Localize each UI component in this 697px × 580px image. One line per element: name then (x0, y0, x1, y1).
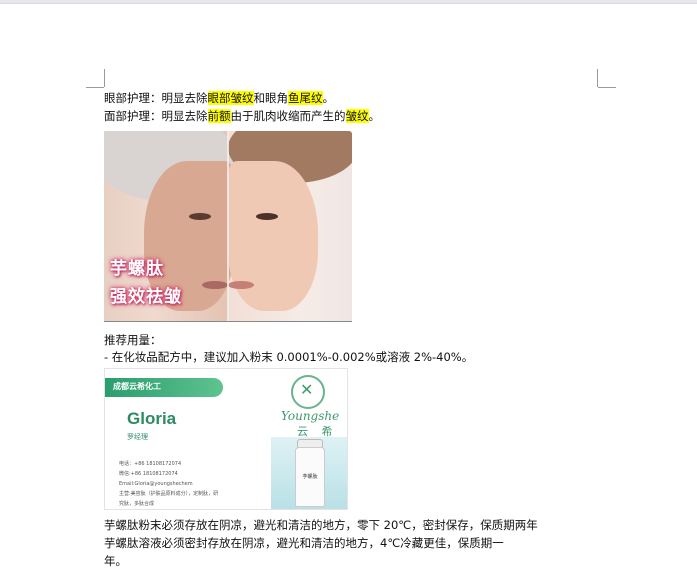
eye-care-suffix: 。 (322, 91, 335, 105)
contact-business-2: 究肽，多肽合成 (119, 501, 155, 507)
company-name: 成都云希化工 (113, 382, 161, 391)
storage-line-2: 芋螺肽溶液必须密封存放在阴凉，避光和清洁的地方，4℃冷藏更佳，保质期一 (104, 536, 504, 550)
contact-phone: 电话：+86 18108172074 (119, 461, 182, 467)
window-top-bar (0, 0, 697, 4)
face-care-suffix: 。 (368, 109, 381, 123)
face-care-highlight-2: 皱纹 (345, 109, 369, 123)
business-card-image[interactable]: 成都云希化工 Gloria 罗经理 电话：+86 18108172074 微信:… (104, 368, 348, 510)
left-eye (189, 213, 211, 220)
storage-line-3: 年。 (104, 554, 127, 568)
brand-logo-mark-icon: ✕ (300, 380, 314, 399)
contact-name: Gloria (127, 409, 177, 428)
contact-wechat: 微信:+86 18108172074 (119, 471, 178, 477)
eye-care-highlight-1: 眼部皱纹 (207, 91, 254, 105)
margin-mark-top-left-h (86, 87, 104, 88)
eye-care-middle: 和眼角 (253, 91, 289, 105)
contact-info: 电话：+86 18108172074 微信:+86 18108172074 Em… (119, 459, 218, 509)
margin-mark-top-right (597, 69, 598, 87)
bottle-label: 芋螺肽 (302, 474, 318, 480)
contact-business-1: 主营:美容肽（护肤品原料成分），定制肽，研 (119, 491, 219, 497)
face-care-middle: 由于肌肉收缩而产生的 (230, 109, 346, 123)
storage-line-1: 芋螺肽粉末必须存放在阴凉，避光和清洁的地方，零下 20℃，密封保存，保质期两年 (104, 518, 538, 532)
dosage-title: 推荐用量： (104, 333, 162, 347)
contact-title: 罗经理 (127, 433, 148, 441)
eye-care-line: 眼部护理：明显去除眼部皱纹和眼角鱼尾纹。 (104, 89, 334, 107)
left-lip (202, 281, 228, 289)
before-after-face-image[interactable]: 芋螺肽 强效祛皱 (104, 131, 352, 322)
right-lip (228, 281, 254, 289)
image-caption: 芋螺肽 强效祛皱 (110, 255, 182, 311)
dosage-line: - 在化妆品配方中，建议加入粉末 0.0001%-0.002%或溶液 2%-40… (104, 350, 474, 364)
face-care-line: 面部护理：明显去除前额由于肌肉收缩而产生的皱纹。 (104, 107, 380, 125)
eye-care-prefix: 眼部护理：明显去除 (104, 91, 208, 105)
brand-name: Youngshe (281, 409, 340, 423)
right-eye (256, 213, 278, 220)
contact-email: Email:Gloria@youngshechem (119, 481, 193, 487)
eye-care-highlight-2: 鱼尾纹 (288, 91, 323, 105)
face-care-prefix: 面部护理：明显去除 (104, 109, 208, 123)
image-caption-line-1: 芋螺肽 (110, 259, 164, 279)
image-caption-line-2: 强效祛皱 (110, 287, 182, 307)
margin-mark-top-right-h (598, 87, 616, 88)
face-care-highlight-1: 前额 (207, 109, 231, 123)
margin-mark-top-left (104, 69, 105, 87)
image-divider (227, 131, 229, 321)
